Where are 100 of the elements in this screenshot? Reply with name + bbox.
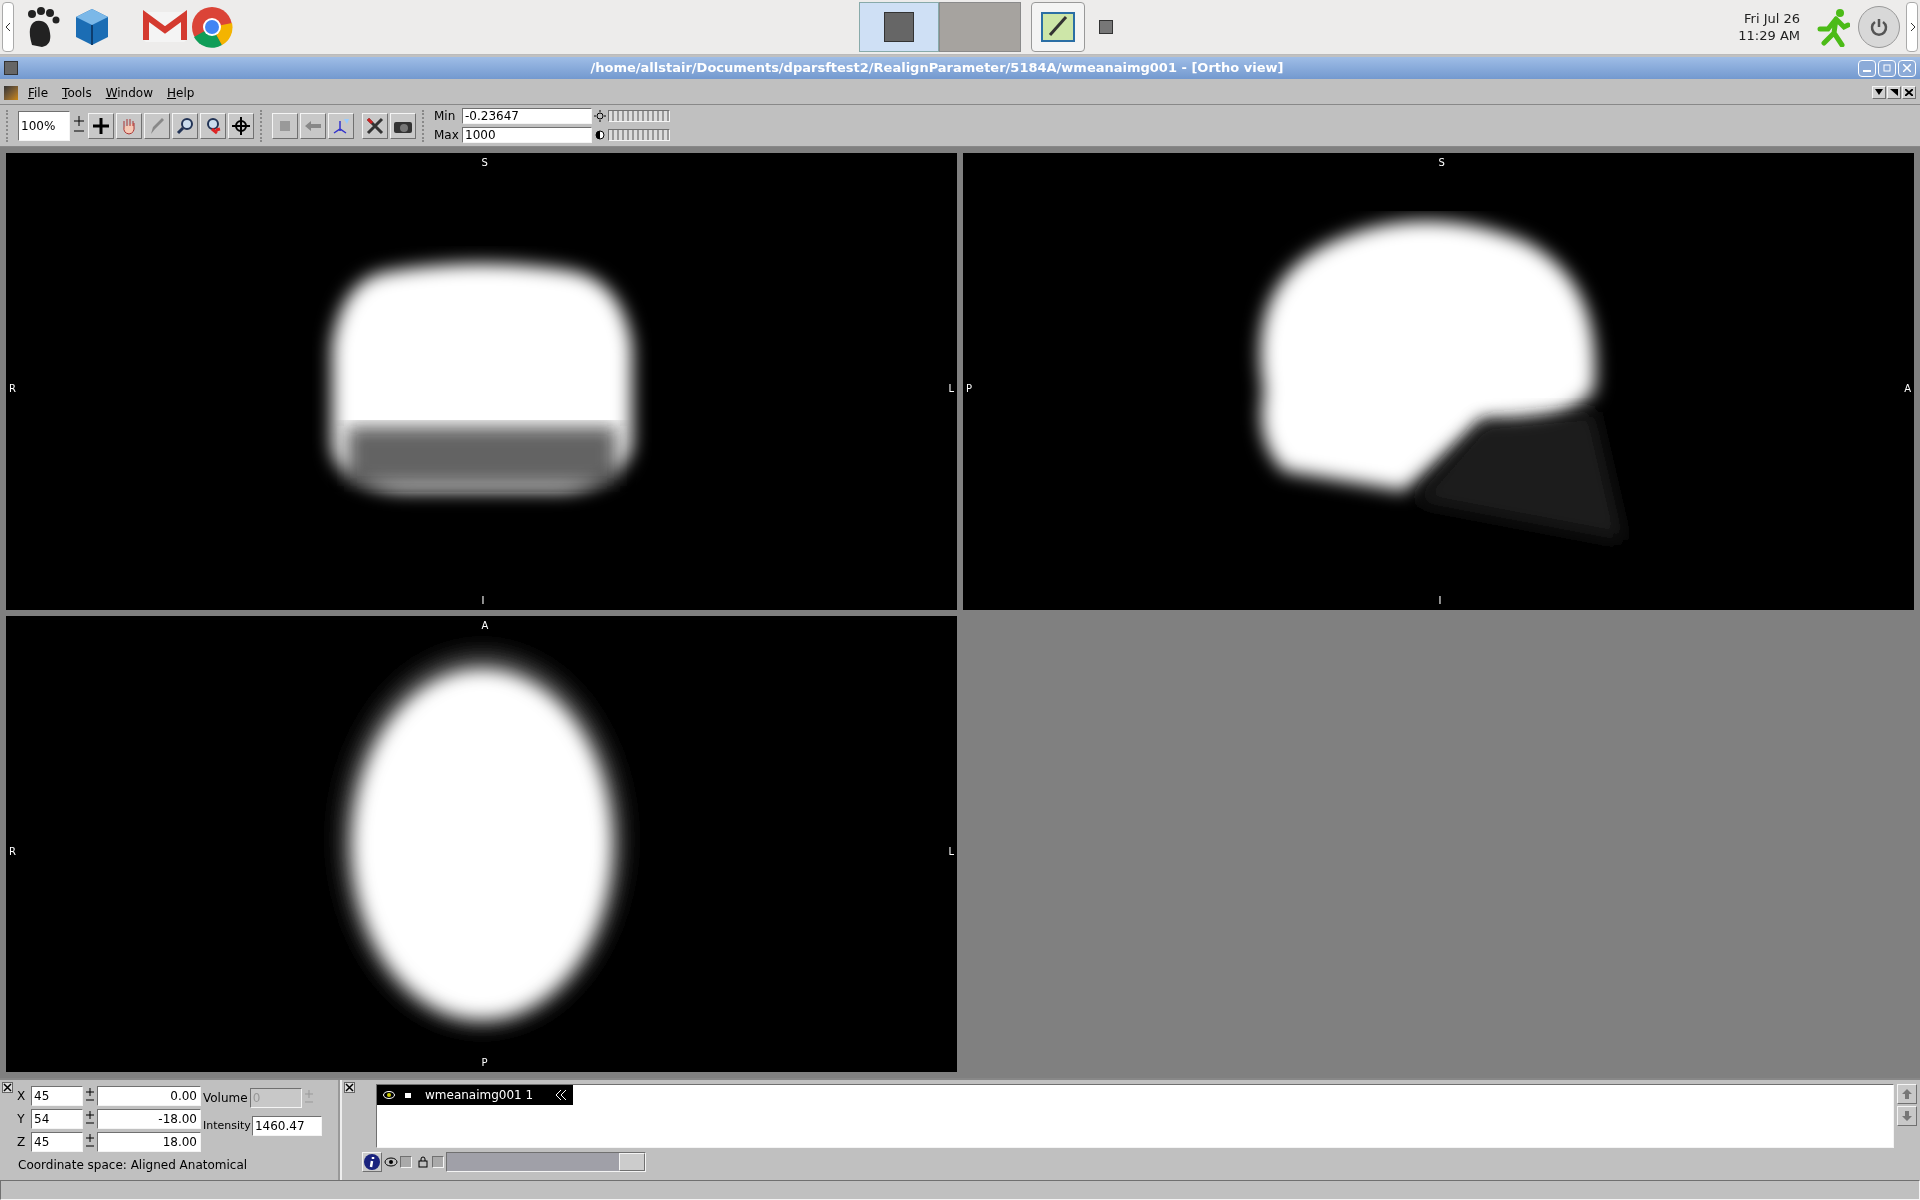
arrow-button[interactable] — [300, 112, 326, 139]
task-button[interactable] — [1031, 2, 1086, 52]
app-logo-icon — [4, 85, 18, 100]
axis-label: Z — [15, 1134, 27, 1151]
app-logo-icon — [884, 12, 915, 42]
notepad-icon — [1040, 11, 1077, 43]
minus-icon[interactable] — [86, 1142, 94, 1150]
restore-button[interactable] — [1887, 86, 1901, 99]
axis-label: X — [15, 1088, 27, 1105]
contrast-scale-icon — [608, 129, 670, 141]
orientation-label: P — [966, 382, 973, 397]
browser-icon[interactable] — [190, 5, 234, 49]
close-icon — [1905, 89, 1913, 96]
brightness-icon[interactable] — [594, 110, 606, 122]
close-button[interactable] — [1902, 86, 1916, 99]
axes-button[interactable] — [328, 112, 354, 139]
layer-name: wmeanaimg001 1 — [425, 1087, 534, 1104]
plus-icon[interactable] — [86, 1134, 94, 1142]
close-icon[interactable] — [343, 1082, 355, 1093]
edit-tool-button[interactable] — [144, 112, 170, 139]
volume-label: Volume — [203, 1090, 248, 1107]
scroll-down-button[interactable] — [1897, 1106, 1917, 1126]
opacity-slider[interactable] — [446, 1152, 646, 1172]
target-icon — [232, 116, 250, 135]
chevron-left-icon — [5, 23, 11, 31]
mail-icon[interactable] — [142, 10, 188, 44]
dropdown-button[interactable] — [1872, 86, 1886, 99]
voxel-field[interactable]: 45 — [31, 1086, 83, 1106]
minus-icon[interactable] — [86, 1096, 94, 1104]
world-coordinate-field[interactable]: -18.00 — [97, 1109, 201, 1129]
pan-tool-button[interactable] — [116, 112, 142, 139]
lock-icon — [418, 1156, 428, 1168]
clock-date: Fri Jul 26 — [1744, 10, 1800, 27]
orientation-label: L — [948, 844, 954, 859]
image-view[interactable]: S I R L — [6, 153, 957, 610]
orientation-label: I — [1438, 593, 1442, 608]
pencil-icon — [149, 116, 165, 135]
voxel-field[interactable]: 54 — [31, 1109, 83, 1129]
axes-icon — [332, 116, 350, 135]
info-button[interactable] — [362, 1152, 382, 1172]
menu-item[interactable]: File — [28, 83, 49, 102]
menu-item[interactable]: Window — [105, 83, 153, 102]
power-icon — [1869, 17, 1889, 37]
arrow-up-icon — [1902, 1089, 1912, 1099]
voxel-field[interactable]: 45 — [31, 1132, 83, 1152]
contrast-icon[interactable] — [594, 129, 606, 141]
task-button[interactable] — [859, 2, 940, 52]
tools-button[interactable] — [362, 112, 388, 139]
visibility-checkbox[interactable] — [400, 1156, 412, 1168]
crosshair-tool-button[interactable] — [88, 112, 114, 139]
intensity-field: 1460.47 — [251, 1116, 322, 1136]
clock-time: 11:29 AM — [1738, 27, 1800, 44]
minus-icon[interactable] — [86, 1119, 94, 1127]
plus-icon[interactable] — [86, 1088, 94, 1096]
max-field[interactable]: 1000 — [462, 127, 592, 143]
layout-button[interactable] — [272, 112, 298, 139]
orientation-label: A — [481, 618, 489, 633]
screenshot-button[interactable] — [390, 112, 416, 139]
eye-icon[interactable] — [383, 1091, 395, 1099]
max-label: Max — [434, 127, 460, 144]
layer-row[interactable]: wmeanaimg001 1 — [377, 1085, 573, 1105]
square-icon — [405, 1092, 411, 1098]
zoom-tool-button[interactable] — [172, 112, 198, 139]
double-chevron-icon[interactable] — [555, 1090, 567, 1100]
axis-label: Y — [16, 1111, 26, 1128]
tray-app-icon[interactable] — [1099, 20, 1114, 34]
coordinate-space-text: Coordinate space: Aligned Anatomical — [18, 1157, 249, 1174]
power-button[interactable] — [1858, 6, 1900, 48]
plus-icon — [93, 117, 109, 134]
world-coordinate-field[interactable]: 0.00 — [97, 1086, 201, 1106]
menu-item[interactable]: Help — [167, 83, 195, 102]
zoom-field[interactable]: 100% — [18, 110, 70, 141]
slider-thumb[interactable] — [619, 1153, 645, 1171]
menu-item[interactable]: Tools — [62, 83, 92, 102]
brightness-scale-icon — [608, 110, 670, 122]
orientation-label: S — [1438, 156, 1445, 170]
close-icon[interactable] — [1, 1082, 13, 1093]
min-field[interactable]: -0.23647 — [462, 108, 592, 124]
world-coordinate-field[interactable]: 18.00 — [97, 1132, 201, 1152]
lock-checkbox[interactable] — [432, 1156, 444, 1168]
orientation-label: L — [948, 382, 954, 397]
orientation-label: R — [9, 382, 16, 397]
zoom-reset-button[interactable] — [200, 112, 226, 139]
center-cursor-button[interactable] — [228, 112, 254, 139]
orientation-label: I — [481, 593, 485, 608]
app-logo-icon — [4, 61, 18, 75]
plus-icon[interactable] — [74, 115, 84, 126]
orientation-label: R — [9, 844, 16, 859]
image-view[interactable]: S I P A — [963, 153, 1914, 610]
intensity-label: Intensity — [203, 1117, 251, 1134]
eye-icon — [384, 1157, 398, 1167]
arrow-icon — [305, 119, 321, 132]
scroll-up-button[interactable] — [1897, 1084, 1917, 1104]
magnifier-icon — [176, 116, 194, 135]
image-view[interactable]: A P R L — [6, 615, 957, 1072]
maximize-icon — [1883, 64, 1891, 72]
close-icon — [1903, 64, 1911, 72]
plus-icon[interactable] — [86, 1111, 94, 1119]
min-label: Min — [434, 108, 457, 125]
arrow-down-icon — [1902, 1111, 1912, 1121]
